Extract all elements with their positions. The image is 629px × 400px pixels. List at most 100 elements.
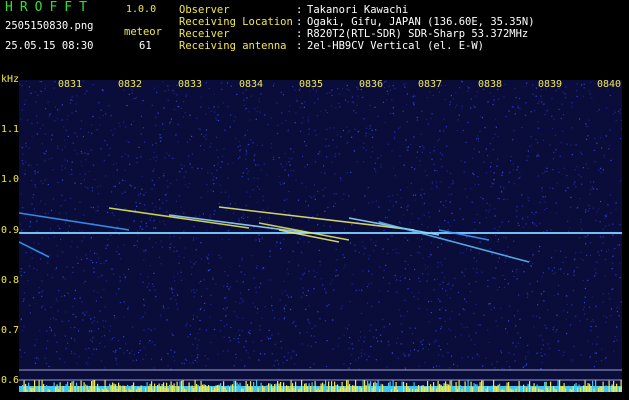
level-bar: [479, 382, 481, 392]
level-bar: [406, 382, 408, 392]
level-bar: [35, 386, 37, 392]
level-bar: [347, 380, 349, 392]
level-bar: [388, 382, 390, 392]
level-bar: [352, 385, 354, 392]
level-bar: [116, 388, 118, 392]
level-bar: [334, 381, 336, 392]
level-bar: [308, 383, 310, 392]
time-tick: 0834: [239, 79, 264, 90]
level-bar: [74, 386, 76, 392]
level-bar: [535, 387, 537, 392]
level-bar: [118, 382, 120, 392]
level-bar: [89, 385, 91, 392]
level-bar: [596, 386, 598, 392]
freq-tick: 0.6: [1, 375, 20, 386]
level-bar: [296, 385, 298, 392]
level-bar: [586, 386, 588, 392]
info-sep: :: [296, 16, 303, 28]
level-bar: [113, 383, 115, 392]
level-bar: [500, 389, 502, 392]
level-bar: [311, 382, 313, 392]
level-bar: [220, 383, 222, 392]
level-bar: [488, 387, 490, 392]
level-bar: [553, 386, 555, 392]
level-bar: [368, 383, 370, 392]
level-bar: [340, 387, 342, 392]
level-bar: [137, 387, 139, 392]
level-bar: [263, 387, 265, 392]
level-bar: [266, 385, 268, 392]
level-bar: [374, 381, 376, 392]
level-bar: [575, 382, 577, 392]
level-bar: [556, 389, 558, 392]
level-bar: [124, 385, 126, 392]
time-tick: 0831: [58, 79, 83, 90]
freq-tick: 0.7: [1, 325, 20, 336]
level-bar: [217, 385, 219, 392]
level-bar: [427, 381, 429, 392]
level-bar: [55, 387, 57, 392]
level-bar: [364, 380, 366, 392]
level-bar: [358, 389, 360, 392]
level-bar: [218, 384, 220, 392]
level-bar: [607, 387, 609, 392]
level-bar: [452, 385, 454, 392]
level-bar: [314, 381, 316, 392]
level-bar: [371, 388, 373, 392]
level-bar: [43, 384, 45, 392]
level-bar: [79, 387, 81, 392]
meteor-label: meteor: [124, 26, 162, 38]
level-bar: [485, 388, 487, 392]
level-bar: [454, 387, 456, 392]
level-bar: [325, 380, 327, 392]
level-bar: [385, 388, 387, 392]
level-bar: [430, 384, 432, 392]
level-bar: [611, 384, 613, 392]
level-bar: [331, 381, 333, 392]
level-bar: [82, 389, 84, 392]
level-bar: [103, 389, 105, 392]
level-bar: [595, 380, 597, 392]
level-bar: [229, 386, 231, 392]
level-bar: [475, 384, 477, 392]
level-bar: [547, 387, 549, 392]
level-bar: [343, 386, 345, 392]
level-bar: [460, 385, 462, 392]
level-bar: [619, 387, 621, 392]
level-bar: [109, 383, 111, 392]
level-bar: [527, 383, 529, 392]
level-bar: [100, 388, 102, 392]
level-bar: [125, 389, 127, 392]
level-bar: [580, 387, 582, 392]
level-bar: [319, 389, 321, 392]
level-bar: [172, 385, 174, 392]
level-bar: [350, 387, 352, 392]
level-bar: [152, 389, 154, 392]
level-bar: [53, 382, 55, 392]
level-bar: [517, 387, 519, 392]
level-bar: [568, 385, 570, 392]
level-bar: [136, 389, 138, 392]
level-bar: [145, 387, 147, 392]
level-bar: [397, 389, 399, 392]
level-bar: [598, 387, 600, 392]
level-bar: [442, 386, 444, 392]
meteor-trace: [258, 222, 350, 241]
level-bar: [422, 385, 424, 392]
level-bar: [455, 382, 457, 392]
level-bar: [284, 388, 286, 392]
level-bar: [92, 380, 94, 392]
level-bar: [281, 388, 283, 392]
level-bar: [143, 388, 145, 392]
level-bar: [458, 380, 460, 392]
level-bar: [34, 380, 36, 392]
level-bar: [241, 388, 243, 392]
level-bar: [493, 380, 495, 392]
level-bar: [194, 380, 196, 392]
time-tick: 0838: [478, 79, 503, 90]
level-bar: [382, 384, 384, 392]
level-bar: [101, 388, 103, 392]
meteor-trace: [19, 241, 50, 258]
level-bar: [158, 383, 160, 392]
level-bar: [608, 380, 610, 392]
